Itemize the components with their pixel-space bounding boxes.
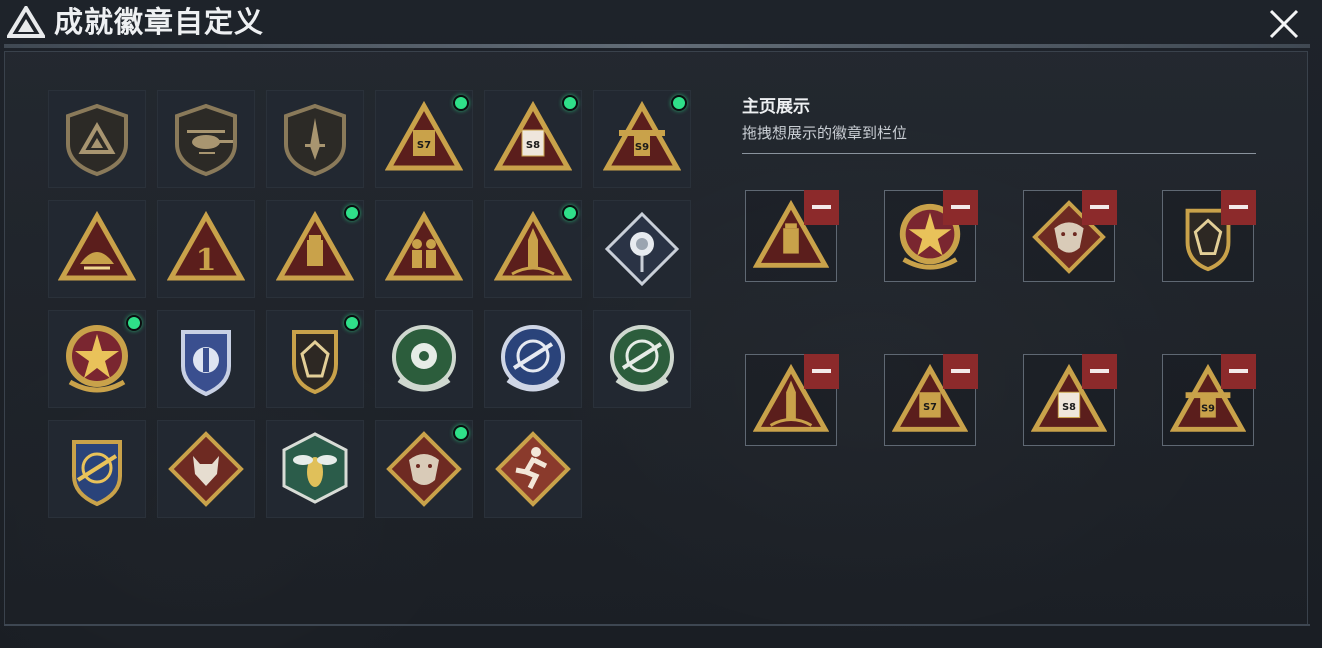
dagger-shield-icon: [284, 103, 346, 177]
new-indicator-dot: [344, 205, 360, 221]
shell-triangle-badge-icon: [58, 210, 136, 281]
title-divider: [4, 44, 1310, 48]
showcase-slot[interactable]: S8: [1023, 354, 1117, 446]
rose-diamond-badge-icon: [604, 211, 680, 287]
green-crosshair-badge-icon: [392, 325, 456, 392]
remove-badge-button[interactable]: [1221, 354, 1256, 389]
s8-triangle-badge-icon: S8: [494, 100, 572, 171]
badge-cell[interactable]: [593, 310, 691, 408]
showcase-slot[interactable]: [745, 190, 839, 282]
badge-cell[interactable]: [375, 200, 473, 298]
badge-cell[interactable]: [48, 310, 146, 408]
badge-cell[interactable]: [157, 310, 255, 408]
homepage-showcase: 主页展示 拖拽想展示的徽章到栏位 S7 S8 S9: [742, 90, 1262, 490]
svg-text:S7: S7: [417, 140, 431, 151]
showcase-slot[interactable]: S7: [884, 354, 978, 446]
badge-cell[interactable]: [593, 200, 691, 298]
badge-cell[interactable]: [266, 310, 364, 408]
wolf-diamond-badge-icon: [168, 431, 244, 507]
gold-rifle-crest-badge-icon: [72, 440, 122, 507]
number-one-triangle-badge-icon: 1: [167, 210, 245, 281]
badge-cell[interactable]: [266, 420, 364, 518]
badge-grid: S7 S8 S9 1: [48, 90, 698, 520]
svg-text:S8: S8: [526, 140, 540, 151]
remove-badge-button[interactable]: [943, 354, 978, 389]
blue-rifle-crosshair-badge-icon: [501, 325, 565, 392]
svg-text:1: 1: [196, 243, 217, 278]
runner-diamond-badge-icon: [495, 431, 571, 507]
badge-cell[interactable]: [48, 420, 146, 518]
new-indicator-dot: [562, 205, 578, 221]
badge-cell[interactable]: [375, 310, 473, 408]
delta-shield-icon: [66, 103, 128, 177]
new-indicator-dot: [671, 95, 687, 111]
svg-text:S7: S7: [923, 402, 937, 413]
page-title: 成就徽章自定义: [54, 5, 265, 39]
remove-badge-button[interactable]: [1082, 354, 1117, 389]
badge-cell[interactable]: [266, 200, 364, 298]
showcase-slot[interactable]: [884, 190, 978, 282]
remove-badge-button[interactable]: [1082, 190, 1117, 225]
badge-cell[interactable]: [484, 420, 582, 518]
new-indicator-dot: [453, 425, 469, 441]
showcase-divider: [742, 153, 1256, 154]
badge-cell[interactable]: [484, 200, 582, 298]
showcase-slot[interactable]: S9: [1162, 354, 1256, 446]
showcase-slot[interactable]: [1023, 190, 1117, 282]
new-indicator-dot: [344, 315, 360, 331]
badge-cell[interactable]: S8: [484, 90, 582, 188]
remove-badge-button[interactable]: [943, 190, 978, 225]
bottom-divider: [4, 624, 1310, 626]
badge-cell[interactable]: [48, 200, 146, 298]
wasp-hexagon-badge-icon: [282, 432, 348, 504]
badge-cell[interactable]: [375, 420, 473, 518]
showcase-title: 主页展示: [742, 97, 810, 117]
soldiers-triangle-badge-icon: [385, 210, 463, 281]
remove-badge-button[interactable]: [1221, 190, 1256, 225]
delta-logo-icon: [7, 6, 45, 38]
svg-text:S9: S9: [1201, 404, 1215, 415]
remove-badge-button[interactable]: [804, 190, 839, 225]
close-icon: [1269, 9, 1299, 39]
badge-cell[interactable]: S9: [593, 90, 691, 188]
badge-cell[interactable]: 1: [157, 200, 255, 298]
new-indicator-dot: [126, 315, 142, 331]
showcase-slot[interactable]: [1162, 190, 1256, 282]
new-indicator-dot: [453, 95, 469, 111]
s7-triangle-badge-icon: S7: [385, 100, 463, 171]
helicopter-shield-icon: [175, 103, 237, 177]
svg-text:S8: S8: [1062, 402, 1076, 413]
badge-cell[interactable]: [157, 90, 255, 188]
badge-cell[interactable]: [484, 310, 582, 408]
close-button[interactable]: [1264, 4, 1304, 44]
s9-triangle-badge-icon: S9: [603, 100, 681, 171]
crystal-shield-badge-icon: [292, 330, 338, 395]
rocket-triangle-badge-icon: [494, 210, 572, 281]
green-rifle-crosshair-badge-icon: [610, 325, 674, 392]
remove-badge-button[interactable]: [804, 354, 839, 389]
new-indicator-dot: [562, 95, 578, 111]
showcase-slot[interactable]: [745, 354, 839, 446]
title-bar: 成就徽章自定义: [0, 0, 1322, 44]
badge-cell[interactable]: [266, 90, 364, 188]
svg-text:S9: S9: [635, 142, 649, 153]
star-ring-badge-icon: [66, 325, 128, 393]
badge-cell[interactable]: S7: [375, 90, 473, 188]
badge-cell[interactable]: [157, 420, 255, 518]
dragon-diamond-badge-icon: [386, 431, 462, 507]
badge-cell[interactable]: [48, 90, 146, 188]
showcase-subtitle: 拖拽想展示的徽章到栏位: [742, 124, 908, 142]
canister-triangle-badge-icon: [276, 210, 354, 281]
blue-police-badge-icon: [181, 330, 231, 397]
